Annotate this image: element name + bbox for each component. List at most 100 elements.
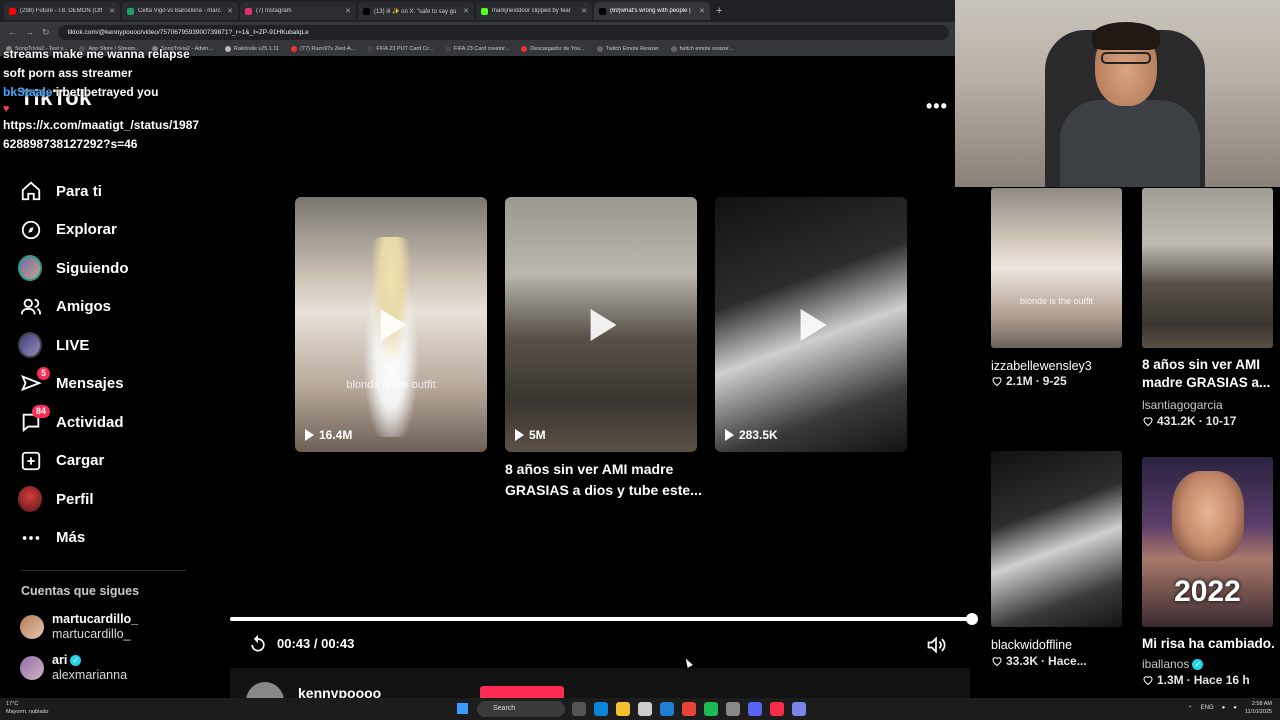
- discord-icon[interactable]: [748, 702, 762, 716]
- close-icon[interactable]: ✕: [699, 7, 705, 15]
- back-icon[interactable]: ←: [8, 27, 17, 37]
- follow-button[interactable]: [480, 686, 564, 698]
- weather-widget[interactable]: 17°C Mayorm. nublado: [6, 700, 49, 716]
- play-small-icon: [305, 429, 314, 441]
- sidebar-item-label: Siguiendo: [56, 259, 129, 277]
- chrome-icon[interactable]: [682, 702, 696, 716]
- verified-icon: ✓: [1192, 659, 1204, 671]
- sidebar-item-amigos[interactable]: Amigos: [0, 288, 200, 327]
- related-author[interactable]: izzabellewensley3: [991, 357, 1092, 375]
- language-indicator[interactable]: ENG: [1201, 705, 1214, 711]
- browser-tab[interactable]: markjnextdoor clipped by fear ✕: [476, 2, 592, 20]
- sidebar-item-m-s[interactable]: Más: [0, 519, 200, 558]
- sidebar-item-actividad[interactable]: 84 Actividad: [0, 403, 200, 442]
- chat-message: i bet betrayed you: [55, 85, 159, 99]
- video-thumbnail[interactable]: blonde is the outfit 16.4M: [295, 197, 487, 452]
- sidebar-item-live[interactable]: LIVE: [0, 326, 200, 365]
- browser-tab[interactable]: (298) Future - I.8. DEMON (Off ✕: [4, 2, 120, 20]
- friends-icon: [20, 296, 42, 318]
- replay-icon[interactable]: [248, 634, 268, 654]
- taskbar-apps: [572, 702, 806, 716]
- bookmark-item[interactable]: FIFA 23 PUT Card Cr...: [367, 46, 433, 52]
- taskbar-search[interactable]: Search: [477, 701, 565, 717]
- tab-title: (298) Future - I.8. DEMON (Off: [20, 8, 103, 14]
- webcam-overlay: [955, 0, 1280, 187]
- related-video-thumbnail[interactable]: blonde is the outfit: [991, 188, 1122, 348]
- volume-icon[interactable]: [925, 635, 947, 655]
- browser-tab[interactable]: (7) Instagram ✕: [240, 2, 356, 20]
- following-avatar-icon: [18, 255, 42, 282]
- bookmark-item[interactable]: twitch emote resizer...: [670, 46, 733, 52]
- live-avatar-icon: [18, 332, 42, 359]
- music-icon[interactable]: [770, 702, 784, 716]
- home-icon: [20, 180, 42, 202]
- following-account[interactable]: martucardillo_ martucardillo_: [20, 612, 138, 642]
- related-video-thumbnail[interactable]: [991, 451, 1122, 627]
- bookmark-item[interactable]: (77) Razo97s Zest-A...: [291, 46, 355, 52]
- more-options-icon[interactable]: •••: [926, 96, 948, 117]
- progress-bar[interactable]: [230, 613, 978, 625]
- related-title[interactable]: Mi risa ha cambiado.: [1142, 635, 1275, 653]
- browser-tab[interactable]: (69)what's wrong with people | ✕: [594, 2, 710, 20]
- close-icon[interactable]: ✕: [227, 7, 233, 15]
- browser-tab[interactable]: Celta Vigo vs Barcelona - marc ✕: [122, 2, 238, 20]
- video-thumbnail[interactable]: 283.5K: [715, 197, 907, 452]
- bookmark-item[interactable]: Twitch Emote Resizer: [596, 46, 659, 52]
- view-count: 16.4M: [305, 428, 352, 442]
- bookmark-item[interactable]: FIFA 23 Card creator...: [444, 46, 509, 52]
- close-icon[interactable]: ✕: [345, 7, 351, 15]
- sidebar-item-cargar[interactable]: Cargar: [0, 442, 200, 481]
- browser-tab[interactable]: (13) lil ✨ on X: "safe to say gu ✕: [358, 2, 474, 20]
- url-field[interactable]: tiktok.com/@kennypoooo/video/75706795939…: [57, 24, 949, 40]
- sidebar-item-para-ti[interactable]: Para ti: [0, 172, 200, 211]
- following-account[interactable]: ari ✓ alexmarianna: [20, 653, 127, 683]
- close-icon[interactable]: ✕: [109, 7, 115, 15]
- thumbnail-caption: blonde is the outfit: [1019, 296, 1094, 306]
- teams-icon[interactable]: [792, 702, 806, 716]
- bookmark-item[interactable]: Descargador de You...: [521, 46, 585, 52]
- reload-icon[interactable]: ↻: [42, 27, 50, 38]
- tab-title: markjnextdoor clipped by fear: [492, 8, 571, 14]
- edge-icon[interactable]: [594, 702, 608, 716]
- sidebar-item-label: Perfil: [56, 490, 94, 508]
- video-thumbnail[interactable]: 5M: [505, 197, 697, 452]
- wifi-icon[interactable]: ●: [1222, 705, 1226, 711]
- person-body: [1060, 100, 1200, 187]
- play-icon: [800, 308, 827, 341]
- close-icon[interactable]: ✕: [463, 7, 469, 15]
- forward-icon[interactable]: →: [25, 27, 34, 37]
- settings-icon[interactable]: [726, 702, 740, 716]
- bookmark-item[interactable]: Raletools v25.1.11: [224, 46, 279, 52]
- task-view-icon[interactable]: [572, 702, 586, 716]
- clock[interactable]: 2:58 AM 11/10/2025: [1245, 700, 1272, 716]
- tray-chevron-icon[interactable]: ⌃: [1188, 705, 1193, 712]
- close-icon[interactable]: ✕: [581, 7, 587, 15]
- spotify-icon[interactable]: [704, 702, 718, 716]
- sidebar-item-explorar[interactable]: Explorar: [0, 211, 200, 250]
- sidebar-item-siguiendo[interactable]: Siguiendo: [0, 249, 200, 288]
- windows-start-icon[interactable]: [457, 703, 468, 714]
- time-display: 00:43 / 00:43: [277, 636, 355, 651]
- related-author[interactable]: lsantiagogarcia: [1142, 396, 1223, 414]
- play-icon: [590, 308, 617, 341]
- store-icon[interactable]: [638, 702, 652, 716]
- video-title[interactable]: 8 años sin ver AMI madre GRASIAS a dios …: [505, 459, 705, 501]
- related-title[interactable]: 8 años sin ver AMI madre GRASIAS a...: [1142, 356, 1277, 392]
- related-video-thumbnail[interactable]: 2022: [1142, 457, 1273, 627]
- tab-favicon-icon: [363, 7, 370, 15]
- folder-icon[interactable]: [616, 702, 630, 716]
- notification-badge: 5: [36, 366, 50, 380]
- related-author[interactable]: iballanos ✓: [1142, 655, 1204, 673]
- browser-tab-bar: (298) Future - I.8. DEMON (Off ✕ Celta Vig…: [0, 0, 955, 22]
- speaker-icon[interactable]: ●: [1233, 705, 1237, 711]
- avatar[interactable]: [246, 682, 284, 698]
- new-tab-button[interactable]: +: [716, 5, 722, 17]
- sidebar-item-mensajes[interactable]: 5 Mensajes: [0, 365, 200, 404]
- progress-knob[interactable]: [966, 613, 978, 625]
- author-name[interactable]: kennypoooo: [298, 685, 381, 698]
- account-name: ari ✓: [52, 653, 127, 668]
- sidebar-item-perfil[interactable]: Perfil: [0, 480, 200, 519]
- related-video-thumbnail[interactable]: [1142, 188, 1273, 348]
- related-author[interactable]: blackwidoffline: [991, 636, 1072, 654]
- mail-icon[interactable]: [660, 702, 674, 716]
